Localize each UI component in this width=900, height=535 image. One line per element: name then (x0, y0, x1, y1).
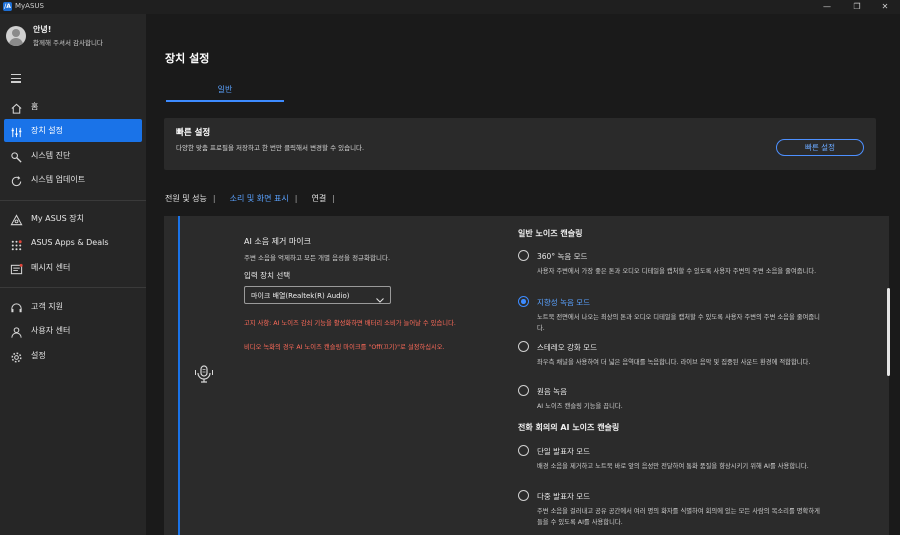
option-description: 좌우측 채널을 사용하여 더 넓은 음역대를 녹음합니다. 라이브 음악 및 집… (537, 359, 811, 366)
close-button[interactable]: ✕ (870, 0, 900, 14)
radio-button[interactable] (518, 445, 529, 456)
microphone-icon (193, 363, 215, 385)
sidebar-item-label: 고객 지원 (31, 302, 63, 311)
subtab-separator: | (294, 194, 298, 203)
headset-icon (10, 300, 23, 313)
option-description: 주변 소음을 걸러내고 공유 공간에서 여러 명의 화자를 식별하여 회의에 있… (537, 508, 820, 526)
radio-button[interactable] (518, 385, 529, 396)
option-description: 노트북 전면에서 나오는 최상의 톤과 오디오 디테일을 캡처할 수 있도록 사… (537, 314, 820, 332)
title-bar: /A MyASUS — ❐ ✕ (0, 0, 900, 14)
apps-icon (10, 237, 23, 251)
input-device-select[interactable]: 마이크 배열(Realtek(R) Audio) (244, 286, 391, 304)
user-profile[interactable]: 안녕! 함께해 주셔서 감사합니다 (6, 22, 146, 52)
sidebar-item-messages[interactable]: 메시지 센터 (4, 256, 142, 279)
sidebar-item-update[interactable]: 시스템 업데이트 (4, 168, 142, 191)
option-description: 배경 소음을 제거하고 노트북 바로 앞의 음성만 전달하여 통화 품질을 향상… (537, 463, 809, 470)
devices-icon (10, 212, 23, 226)
sidebar-item-user-center[interactable]: 사용자 센터 (4, 319, 142, 342)
menu-icon[interactable] (11, 74, 21, 83)
sidebar-item-label: 메시지 센터 (31, 263, 71, 272)
quick-settings-button[interactable]: 빠른 설정 (776, 139, 864, 156)
home-icon (10, 100, 23, 114)
sidebar-item-label: 사용자 센터 (31, 326, 71, 335)
option-label: 360° 녹음 모드 (537, 252, 588, 261)
sidebar-item-diagnostics[interactable]: 시스템 진단 (4, 144, 142, 167)
sidebar-divider (0, 200, 146, 201)
maximize-button[interactable]: ❐ (842, 0, 872, 14)
subtab-audio-display[interactable]: 소리 및 화면 표시 (230, 194, 289, 203)
sidebar-item-device-settings[interactable]: 장치 설정 (4, 119, 142, 142)
radio-button[interactable] (518, 490, 529, 501)
vertical-scrollbar[interactable] (887, 288, 890, 376)
subtab-separator: | (332, 194, 335, 203)
sidebar: 안녕! 함께해 주셔서 감사합니다 홈 장치 설정 시스템 진단 시스템 업데이… (0, 14, 146, 535)
sidebar-item-home[interactable]: 홈 (4, 95, 142, 118)
subtab-separator: | (212, 194, 216, 203)
sidebar-item-label: 홈 (31, 102, 39, 111)
conference-noise-cancel-title: 전화 회의의 AI 노이즈 캔슬링 (518, 423, 620, 432)
avatar (6, 26, 26, 46)
sidebar-item-label: 장치 설정 (31, 126, 63, 135)
app-title: MyASUS (15, 2, 44, 10)
tab-active-indicator (166, 100, 284, 102)
quick-settings-description: 다양한 맞춤 프로필을 저장하고 한 번만 클릭해서 변경할 수 있습니다. (176, 144, 365, 152)
user-icon (10, 324, 23, 338)
radio-button[interactable] (518, 250, 529, 261)
sidebar-item-settings[interactable]: 설정 (4, 344, 142, 367)
input-device-value: 마이크 배열(Realtek(R) Audio) (251, 292, 350, 300)
asus-logo-icon: /A (3, 2, 12, 11)
sliders-icon (10, 124, 23, 138)
sidebar-item-label: My ASUS 장치 (31, 214, 84, 223)
sidebar-item-apps-deals[interactable]: ASUS Apps & Deals (4, 232, 142, 255)
sidebar-item-label: 시스템 진단 (31, 151, 71, 160)
option-description: 사용자 주변에서 가장 좋은 톤과 오디오 디테일을 캡처할 수 있도록 사용자… (537, 268, 817, 275)
input-device-label: 입력 장치 선택 (244, 271, 291, 280)
update-icon (10, 173, 23, 187)
quick-settings-card: 빠른 설정 다양한 맞춤 프로필을 저장하고 한 번만 클릭해서 변경할 수 있… (164, 118, 876, 170)
option-label: 다중 발표자 모드 (537, 492, 591, 501)
quick-settings-title: 빠른 설정 (176, 128, 211, 138)
user-message: 함께해 주셔서 감사합니다 (33, 39, 103, 47)
sidebar-item-label: ASUS Apps & Deals (31, 238, 109, 247)
page-title: 장치 설정 (165, 52, 210, 65)
radio-button[interactable] (518, 341, 529, 352)
option-label: 지향성 녹음 모드 (537, 298, 591, 307)
sidebar-divider (0, 287, 146, 288)
minimize-button[interactable]: — (812, 0, 842, 14)
option-label: 단일 발표자 모드 (537, 447, 591, 456)
ai-mic-description: 주변 소음을 억제하고 모든 개별 음성을 정규화합니다. (244, 254, 391, 262)
message-icon (10, 261, 23, 275)
panel-accent-bar (178, 216, 180, 535)
sidebar-item-my-asus-devices[interactable]: My ASUS 장치 (4, 207, 142, 230)
option-label: 원음 녹음 (537, 387, 567, 396)
gear-icon (10, 349, 23, 363)
main-content: 장치 설정 일반 빠른 설정 다양한 맞춤 프로필을 저장하고 한 번만 클릭해… (146, 14, 900, 535)
ai-mic-title: AI 소음 제거 마이크 (244, 237, 311, 246)
subtab-power[interactable]: 전원 및 성능 (165, 194, 207, 203)
sidebar-item-label: 시스템 업데이트 (31, 175, 86, 184)
general-noise-cancel-title: 일반 노이즈 캔슬링 (518, 229, 583, 238)
ai-noise-cancel-panel: AI 소음 제거 마이크 주변 소음을 억제하고 모든 개별 음성을 정규화합니… (164, 216, 889, 535)
subtab-connectivity[interactable]: 연결 (311, 194, 326, 203)
battery-warning-text: 고지 사항: AI 노이즈 감쇠 기능을 활성화하면 배터리 소비가 늘어날 수… (244, 320, 456, 327)
option-label: 스테레오 강화 모드 (537, 343, 597, 352)
subtab-bar: 전원 및 성능 | 소리 및 화면 표시 | 연결 | (165, 193, 349, 207)
chevron-down-icon (375, 290, 385, 303)
wrench-icon (10, 149, 23, 163)
video-recording-warning-text: 비디오 녹화의 경우 AI 노이즈 캔슬링 마이크를 "Off(끄기)"로 설정… (244, 344, 445, 351)
option-description: AI 노이즈 캔슬링 기능을 끕니다. (537, 403, 623, 410)
sidebar-item-support[interactable]: 고객 지원 (4, 295, 142, 318)
user-greeting: 안녕! (33, 25, 52, 34)
sidebar-item-label: 설정 (31, 351, 46, 360)
radio-button-selected[interactable] (518, 296, 529, 307)
